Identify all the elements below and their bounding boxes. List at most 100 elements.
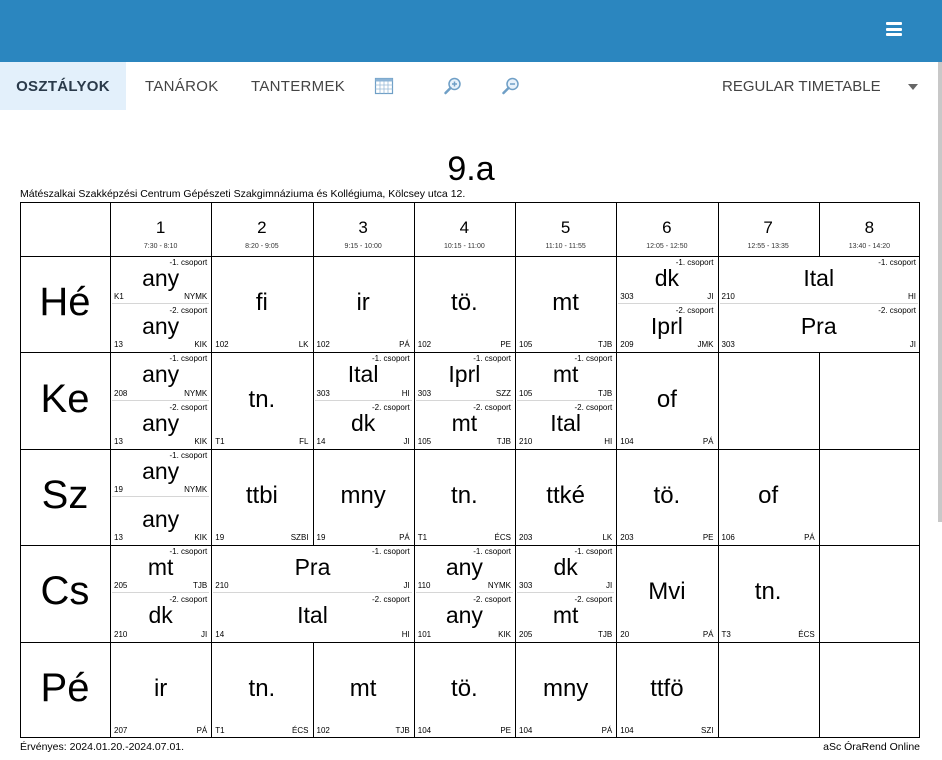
day-label: Cs <box>40 569 90 614</box>
lesson-subject: tn. <box>248 674 276 702</box>
scrollbar[interactable] <box>938 62 942 522</box>
lesson-cell[interactable]: mt -1. csoport 205 TJB <box>110 545 211 594</box>
lesson-teacher: JI <box>403 436 410 446</box>
lesson-cell[interactable]: Pra -2. csoport 303 JI <box>718 304 921 352</box>
lesson-teacher: TJB <box>193 581 208 591</box>
top-bar <box>0 0 942 62</box>
lesson-cell[interactable]: any -1. csoport K1 NYMK <box>110 256 211 305</box>
lesson-cell[interactable]: Mvi 20 PÁ <box>616 545 717 641</box>
lesson-cell[interactable]: tn. T3 ÉCS <box>718 545 819 641</box>
lesson-group: -1. csoport <box>473 547 511 557</box>
lesson-teacher: PÁ <box>702 629 714 639</box>
lesson-group: -2. csoport <box>574 595 613 605</box>
lesson-cell[interactable]: Ital -2. csoport 14 HI <box>211 593 414 641</box>
lesson-cell[interactable]: tn. T1 ÉCS <box>414 449 515 545</box>
lesson-subject: mny <box>542 674 589 702</box>
lesson-subject: Iprl <box>448 361 481 388</box>
lesson-cell[interactable]: ttfö 104 SZI <box>616 642 717 738</box>
lesson-group: -2. csoport <box>473 402 511 412</box>
lesson-cell[interactable]: tö. 102 PE <box>414 256 515 352</box>
lesson-cell[interactable]: tn. T1 ÉCS <box>211 642 312 738</box>
timetable-select[interactable]: REGULAR TIMETABLE <box>722 62 922 110</box>
lesson-cell[interactable]: tn. T1 FL <box>211 352 312 448</box>
lesson-room: 13 <box>114 340 123 350</box>
lesson-cell[interactable]: any -1. csoport 208 NYMK <box>110 352 211 401</box>
grid-line <box>20 448 920 450</box>
lesson-teacher: TJB <box>598 388 613 398</box>
lesson-room: 102 <box>215 340 229 350</box>
lesson-cell[interactable]: of 106 PÁ <box>718 449 819 545</box>
lesson-cell[interactable]: mt -2. csoport 205 TJB <box>515 593 616 641</box>
lesson-room: T1 <box>417 533 428 543</box>
tab-classes[interactable]: OSZTÁLYOK <box>0 62 126 110</box>
lesson-cell[interactable]: Ital -1. csoport 303 HI <box>313 352 414 401</box>
lesson-cell[interactable]: any -2. csoport 101 KIK <box>414 593 515 641</box>
lesson-cell[interactable]: Ital -2. csoport 210 HI <box>515 401 616 449</box>
lesson-teacher: SZI <box>701 725 714 735</box>
zoom-out-icon[interactable] <box>501 76 521 96</box>
lesson-subject: ttfö <box>650 674 684 702</box>
lesson-teacher: HI <box>401 388 410 398</box>
lesson-cell[interactable]: mt 102 TJB <box>313 642 414 738</box>
calendar-icon[interactable] <box>374 76 394 96</box>
lesson-room: 102 <box>417 340 432 350</box>
lesson-room: 104 <box>417 725 432 735</box>
lesson-teacher: NYMK <box>184 484 208 494</box>
lesson-cell[interactable]: mt 105 TJB <box>515 256 616 352</box>
grid-line <box>413 545 415 642</box>
lesson-cell[interactable]: tö. 104 PE <box>414 642 515 738</box>
day-label: Ke <box>40 376 90 421</box>
lesson-room: 210 <box>114 629 128 639</box>
lesson-subject: dk <box>654 265 680 291</box>
lesson-subject: of <box>758 481 779 509</box>
lesson-cell[interactable]: Ital -1. csoport 210 HI <box>718 256 921 305</box>
lesson-cell[interactable]: tö. 203 PE <box>616 449 717 545</box>
period-time: 8:20 - 9:05 <box>245 243 279 250</box>
grid-line <box>312 256 314 353</box>
lesson-cell[interactable]: any -2. csoport 13 KIK <box>110 401 211 449</box>
lesson-subject: mt <box>552 602 579 629</box>
lesson-teacher: PÁ <box>804 533 815 543</box>
lesson-cell[interactable]: Iprl -1. csoport 303 SZZ <box>414 352 515 401</box>
lesson-cell[interactable]: ir 207 PÁ <box>110 642 211 738</box>
lesson-cell[interactable]: Pra -1. csoport 210 JI <box>211 545 414 594</box>
lesson-cell[interactable]: dk -1. csoport 303 JI <box>515 545 616 594</box>
lesson-cell[interactable]: mt -1. csoport 105 TJB <box>515 352 616 401</box>
grid-line <box>20 545 920 547</box>
zoom-in-icon[interactable] <box>443 76 463 96</box>
lesson-cell[interactable]: of 104 PÁ <box>616 352 717 448</box>
lesson-subject: tö. <box>653 481 681 509</box>
lesson-cell[interactable]: ir 102 PÁ <box>313 256 414 352</box>
lesson-cell[interactable]: any 13 KIK <box>110 497 211 545</box>
lesson-cell[interactable]: dk -2. csoport 14 JI <box>313 401 414 449</box>
lesson-subject: ir <box>356 289 370 317</box>
lesson-cell[interactable]: any -2. csoport 13 KIK <box>110 304 211 352</box>
period-time: 9:15 - 10:00 <box>344 243 382 250</box>
lesson-room: 104 <box>519 725 533 735</box>
lesson-cell[interactable]: ttké 203 LK <box>515 449 616 545</box>
lesson-teacher: NYMK <box>184 388 208 398</box>
tab-classrooms[interactable]: TANTERMEK <box>251 62 345 110</box>
lesson-room: 210 <box>519 436 533 446</box>
lesson-cell[interactable]: dk -1. csoport 303 JI <box>616 256 717 305</box>
lesson-cell[interactable]: mt -2. csoport 105 TJB <box>414 401 515 449</box>
lesson-room: 101 <box>417 629 432 639</box>
lesson-subject: ttbi <box>245 481 278 509</box>
lesson-teacher: TJB <box>598 340 613 350</box>
lesson-cell[interactable]: ttbi 19 SZBI <box>211 449 312 545</box>
lesson-cell[interactable]: any -1. csoport 19 NYMK <box>110 449 211 497</box>
lesson-cell[interactable]: dk -2. csoport 210 JI <box>110 593 211 641</box>
lesson-cell[interactable]: mny 104 PÁ <box>515 642 616 738</box>
grid-line <box>818 641 820 738</box>
lesson-teacher: NYMK <box>487 581 511 591</box>
lesson-cell[interactable]: mny 19 PÁ <box>313 449 414 545</box>
lesson-group: -2. csoport <box>371 595 410 605</box>
lesson-cell[interactable]: any -1. csoport 110 NYMK <box>414 545 515 594</box>
lesson-cell[interactable]: Iprl -2. csoport 209 JMK <box>616 304 717 352</box>
tab-teachers[interactable]: TANÁROK <box>145 62 219 110</box>
menu-icon[interactable] <box>886 22 902 36</box>
lesson-teacher: KIK <box>498 629 511 639</box>
lesson-subject: any <box>142 409 180 436</box>
lesson-cell[interactable]: fi 102 LK <box>211 256 312 352</box>
period-number: 5 <box>560 218 571 237</box>
